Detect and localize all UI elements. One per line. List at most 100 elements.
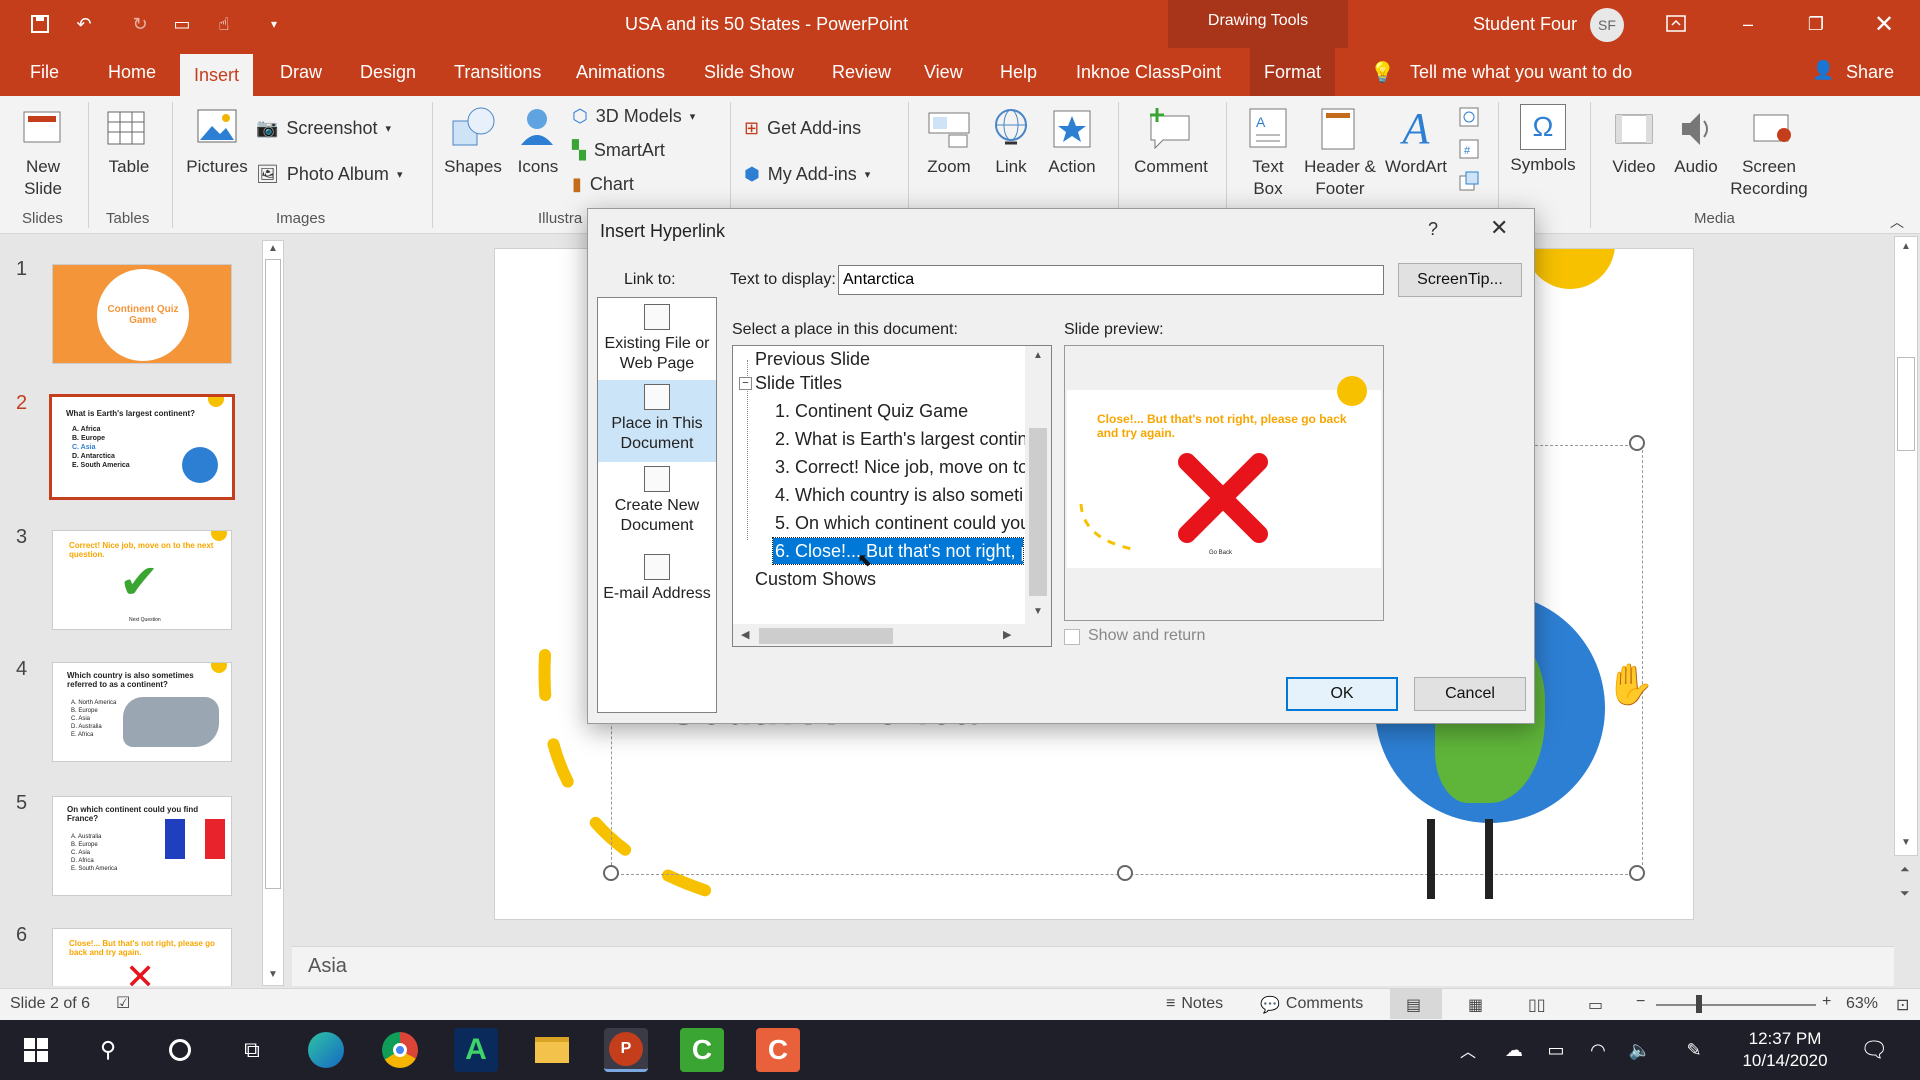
text-box-button[interactable]: Text Box: [1238, 156, 1298, 200]
shapes-icon[interactable]: [450, 104, 498, 152]
tab-home[interactable]: Home: [94, 48, 170, 96]
tree-slide-item[interactable]: 2. What is Earth's largest contin: [775, 426, 1028, 452]
thumbnails-scrollbar[interactable]: ▲ ▼: [262, 240, 284, 986]
touch-mode-icon[interactable]: ☝: [212, 12, 236, 36]
tab-file[interactable]: File: [16, 48, 73, 96]
wordart-button[interactable]: WordArt: [1380, 156, 1452, 178]
link-existing-file-or-web-page[interactable]: Existing File or Web Page: [598, 300, 716, 380]
pictures-icon[interactable]: [194, 104, 240, 150]
comment-icon[interactable]: [1146, 104, 1196, 152]
tab-design[interactable]: Design: [346, 48, 430, 96]
battery-icon[interactable]: ▭: [1534, 1028, 1578, 1072]
thumbnail-slide-6[interactable]: Close!... But that's not right, please g…: [52, 928, 232, 986]
cancel-button[interactable]: Cancel: [1414, 677, 1526, 711]
icons-icon[interactable]: [514, 104, 562, 152]
tab-inknoe-classpoint[interactable]: Inknoe ClassPoint: [1062, 48, 1235, 96]
table-button[interactable]: Table: [96, 156, 162, 178]
icons-button[interactable]: Icons: [510, 156, 566, 178]
tell-me-search[interactable]: Tell me what you want to do: [1396, 48, 1646, 96]
thumbnail-slide-1[interactable]: Continent Quiz Game: [52, 264, 232, 364]
notifications-icon[interactable]: 🗨: [1852, 1028, 1896, 1072]
my-addins-button[interactable]: ⬢ My Add-ins ▾: [744, 164, 870, 185]
tab-draw[interactable]: Draw: [266, 48, 336, 96]
fit-slide-icon[interactable]: ⊡: [1896, 995, 1909, 1015]
help-button[interactable]: ?: [1428, 219, 1438, 240]
video-button[interactable]: Video: [1604, 156, 1664, 178]
wordart-icon[interactable]: A: [1392, 104, 1440, 153]
tree-slide-item-selected[interactable]: 6. Close!... But that's not right, p: [772, 537, 1031, 565]
comments-button[interactable]: 💬 Comments: [1260, 995, 1363, 1015]
scroll-right-icon[interactable]: ▶: [1003, 628, 1011, 641]
slide-sorter-icon[interactable]: ▦: [1468, 995, 1483, 1015]
comment-button[interactable]: Comment: [1128, 156, 1214, 178]
link-email-address[interactable]: E-mail Address: [598, 550, 716, 610]
thumbnail-slide-3[interactable]: Correct! Nice job, move on to the next q…: [52, 530, 232, 630]
user-name[interactable]: Student Four: [1473, 0, 1577, 48]
thumbnail-slide-5[interactable]: On which continent could you find France…: [52, 796, 232, 896]
volume-icon[interactable]: 🔈: [1618, 1028, 1662, 1072]
onedrive-icon[interactable]: ☁: [1492, 1028, 1536, 1072]
scroll-up-icon[interactable]: ▲: [1901, 241, 1911, 252]
customize-qat-icon[interactable]: ▾: [262, 12, 286, 36]
tree-slide-item[interactable]: 1. Continent Quiz Game: [775, 398, 968, 424]
tree-collapse-icon[interactable]: −: [739, 377, 752, 390]
powerpoint-taskbar-icon[interactable]: P: [604, 1028, 648, 1072]
link-place-in-this-document[interactable]: Place in This Document: [598, 380, 716, 462]
scroll-thumb[interactable]: [759, 628, 893, 644]
edge-icon[interactable]: [304, 1028, 348, 1072]
share-button[interactable]: Share: [1832, 48, 1908, 96]
3d-models-button[interactable]: ⬡ 3D Models ▾: [572, 106, 695, 127]
photo-album-button[interactable]: 🖼 Photo Album ▾: [256, 164, 402, 185]
scroll-thumb[interactable]: [1897, 357, 1915, 451]
tree-hscrollbar[interactable]: ◀ ▶: [733, 624, 1051, 646]
thumbnail-slide-4[interactable]: Which country is also sometimes referred…: [52, 662, 232, 762]
wifi-icon[interactable]: ◠: [1576, 1028, 1620, 1072]
notes-button[interactable]: ≡ Notes: [1166, 995, 1223, 1013]
zoom-level[interactable]: 63%: [1846, 995, 1878, 1013]
tree-previous-slide[interactable]: Previous Slide: [755, 346, 870, 372]
pictures-button[interactable]: Pictures: [182, 156, 252, 178]
link-create-new-document[interactable]: Create New Document: [598, 462, 716, 542]
app-a-icon[interactable]: A: [454, 1028, 498, 1072]
zoom-slider-thumb[interactable]: [1696, 995, 1702, 1013]
zoom-in-icon[interactable]: +: [1822, 993, 1831, 1011]
text-to-display-input[interactable]: [838, 265, 1384, 295]
tree-slide-item[interactable]: 4. Which country is also someti: [775, 482, 1023, 508]
ribbon-display-options-icon[interactable]: [1664, 12, 1688, 36]
scroll-up-icon[interactable]: ▲: [1033, 350, 1043, 361]
notes-text[interactable]: Asia: [308, 955, 347, 978]
tab-view[interactable]: View: [910, 48, 977, 96]
scroll-up-icon[interactable]: ▲: [268, 243, 278, 254]
tree-slide-item[interactable]: 5. On which continent could you: [775, 510, 1030, 536]
reading-view-icon[interactable]: ▯▯: [1528, 995, 1546, 1015]
resize-handle[interactable]: [603, 865, 619, 881]
audio-button[interactable]: Audio: [1666, 156, 1726, 178]
screen-recording-button[interactable]: Screen Recording: [1728, 156, 1810, 200]
avatar[interactable]: SF: [1590, 8, 1624, 42]
smartart-button[interactable]: ▚ SmartArt: [572, 140, 665, 161]
restore-icon[interactable]: ❐: [1804, 12, 1828, 36]
new-slide-button[interactable]: New Slide: [8, 156, 78, 200]
resize-handle[interactable]: [1629, 435, 1645, 451]
snagit-icon[interactable]: C: [756, 1028, 800, 1072]
action-button[interactable]: Action: [1042, 156, 1102, 178]
pen-icon[interactable]: ✎: [1672, 1028, 1716, 1072]
resize-handle[interactable]: [1117, 865, 1133, 881]
zoom-button[interactable]: Zoom: [918, 156, 980, 178]
get-addins-button[interactable]: ⊞ Get Add-ins: [744, 118, 861, 139]
tree-slide-titles[interactable]: Slide Titles: [755, 370, 842, 396]
tab-slide-show[interactable]: Slide Show: [690, 48, 808, 96]
table-icon[interactable]: [104, 106, 148, 150]
tab-animations[interactable]: Animations: [562, 48, 679, 96]
scroll-thumb[interactable]: [265, 259, 281, 889]
shapes-button[interactable]: Shapes: [440, 156, 506, 178]
search-icon[interactable]: ⚲: [86, 1028, 130, 1072]
omega-icon[interactable]: Ω: [1520, 104, 1566, 150]
slide-number-icon[interactable]: #: [1456, 136, 1482, 162]
clock[interactable]: 12:37 PM 10/14/2020: [1730, 1028, 1840, 1072]
symbols-button[interactable]: Symbols: [1504, 154, 1582, 176]
redo-icon[interactable]: ↻: [128, 12, 152, 36]
file-explorer-icon[interactable]: [530, 1028, 574, 1072]
task-view-icon[interactable]: ⧉: [230, 1028, 274, 1072]
tab-review[interactable]: Review: [818, 48, 905, 96]
